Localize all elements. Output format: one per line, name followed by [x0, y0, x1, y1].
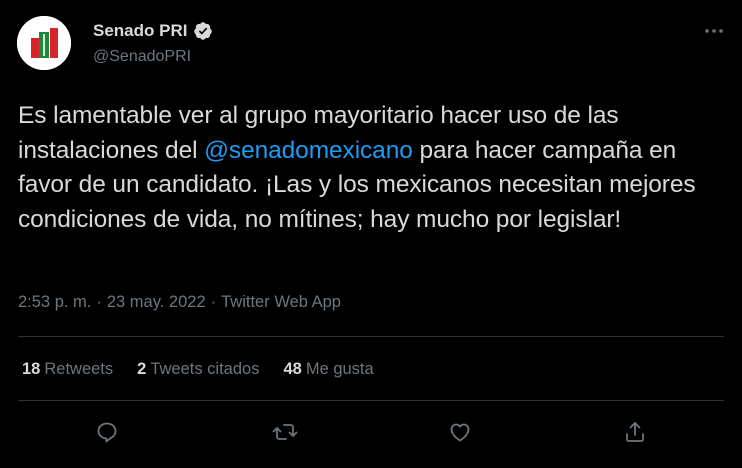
retweets-stat[interactable]: 18 Retweets: [22, 360, 113, 379]
tweet-time[interactable]: 2:53 p. m.: [18, 293, 91, 312]
avatar[interactable]: [17, 16, 71, 70]
meta-separator: ·: [96, 293, 102, 311]
more-icon: [705, 29, 723, 33]
author-display-name[interactable]: Senado PRI: [93, 21, 187, 41]
share-icon: [626, 422, 644, 442]
likes-label: Me gusta: [305, 360, 374, 378]
like-button[interactable]: [446, 418, 474, 446]
tweet-date[interactable]: 23 may. 2022: [107, 293, 206, 312]
tweet-source[interactable]: Twitter Web App: [221, 293, 341, 312]
retweets-count: 18: [22, 360, 41, 378]
tweet-stats: 18 Retweets 2 Tweets citados 48 Me gusta: [22, 360, 374, 379]
author-name-row[interactable]: Senado PRI: [93, 21, 213, 41]
heart-icon: [450, 423, 470, 442]
pri-logo-icon: [17, 16, 71, 70]
quotes-label: Tweets citados: [150, 360, 260, 378]
author-handle[interactable]: @SenadoPRI: [93, 48, 191, 66]
likes-count: 48: [283, 360, 302, 378]
likes-stat[interactable]: 48 Me gusta: [283, 360, 373, 379]
reply-icon: [97, 422, 117, 443]
tweet-text: Es lamentable ver al grupo mayoritario h…: [18, 99, 730, 237]
retweet-button[interactable]: [271, 418, 299, 446]
tweet-card: Senado PRI @SenadoPRI Es lamentable ver …: [0, 0, 742, 468]
retweets-label: Retweets: [44, 360, 114, 378]
tweet-meta: 2:53 p. m. · 23 may. 2022 · Twitter Web …: [18, 293, 341, 312]
share-button[interactable]: [621, 418, 649, 446]
reply-button[interactable]: [93, 418, 121, 446]
meta-separator: ·: [210, 293, 217, 311]
retweet-icon: [272, 424, 298, 440]
quotes-stat[interactable]: 2 Tweets citados: [137, 360, 259, 379]
mention-link[interactable]: @senadomexicano: [204, 137, 413, 164]
divider: [18, 336, 724, 337]
more-options-button[interactable]: [704, 21, 724, 41]
divider: [18, 400, 724, 401]
verified-badge-icon: [194, 22, 213, 40]
quotes-count: 2: [137, 360, 147, 378]
